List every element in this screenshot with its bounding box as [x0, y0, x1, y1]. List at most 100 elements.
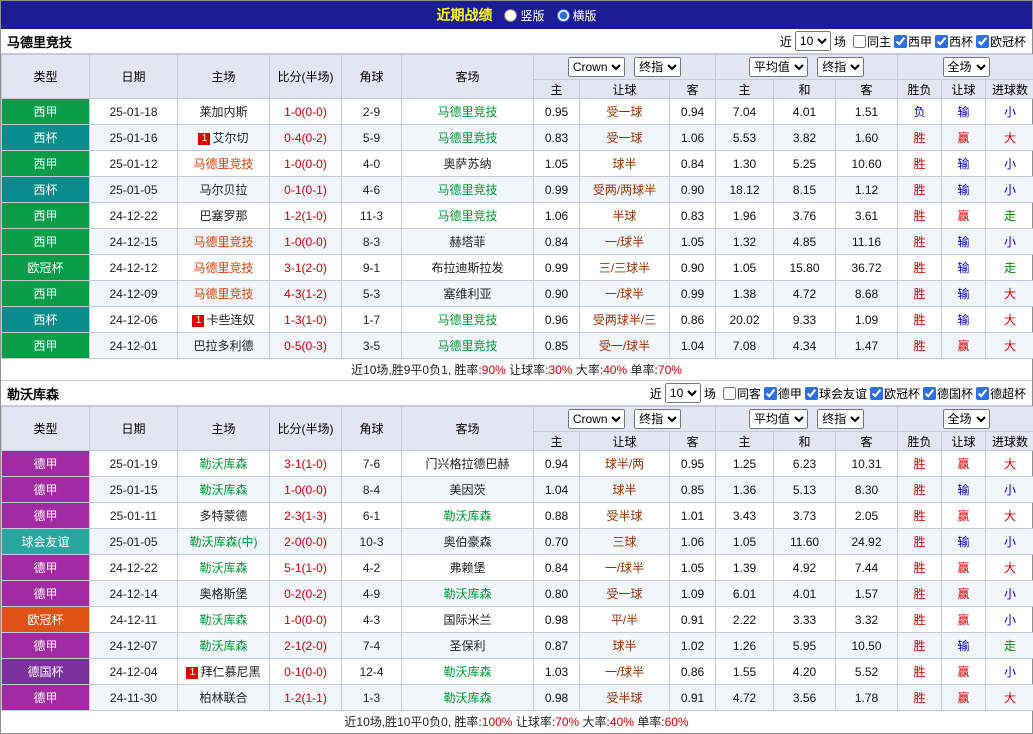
odds-period-select[interactable]: 终指	[634, 409, 682, 429]
subcol-home-odds: 主	[533, 79, 580, 99]
away-team-cell: 勒沃库森	[401, 658, 534, 685]
layout-radio[interactable]	[556, 8, 570, 22]
league-cell: 西杯	[1, 176, 90, 203]
league-filter-checkbox[interactable]	[922, 386, 936, 400]
team-label: 马德里竞技	[193, 157, 254, 171]
league-filter[interactable]: 欧冠杯	[869, 385, 920, 402]
handicap-line-cell: 受一/球半	[579, 332, 670, 359]
league-cell: 德甲	[1, 450, 90, 477]
team-label: 艾尔切	[212, 131, 249, 145]
scope-select[interactable]: 全场	[942, 57, 990, 77]
score-cell: 1-0(0-0)	[269, 150, 342, 177]
handicap-away-odds-cell: 1.05	[668, 228, 717, 255]
odds-header: Crown 终指	[532, 406, 717, 432]
odds-period-select[interactable]: 终指	[634, 57, 682, 77]
league-filter-checkbox[interactable]	[975, 386, 989, 400]
subcol-handicap-result: 让球	[941, 79, 987, 99]
league-filter-checkbox[interactable]	[893, 34, 907, 48]
avg-draw-odds-cell: 15.80	[773, 254, 837, 281]
league-filter-checkbox[interactable]	[975, 34, 989, 48]
score-cell: 2-0(0-0)	[269, 528, 342, 555]
score-cell: 1-0(0-0)	[269, 228, 342, 255]
layout-option[interactable]: 横版	[556, 7, 597, 24]
scope-select[interactable]: 全场	[942, 409, 990, 429]
league-filters: 同主 西甲 西杯 欧冠杯	[852, 33, 1026, 50]
score-cell: 0-2(0-2)	[269, 580, 342, 607]
league-cell: 西甲	[1, 228, 90, 255]
corners-cell: 7-4	[341, 632, 402, 659]
corners-cell: 6-1	[341, 502, 402, 529]
result-handicap-cell: 输	[941, 254, 987, 281]
match-count-select[interactable]: 10	[664, 383, 701, 403]
corners-cell: 2-9	[341, 98, 402, 125]
league-filter-label: 同主	[866, 34, 891, 49]
league-filter[interactable]: 同客	[722, 385, 761, 402]
league-filter-checkbox[interactable]	[934, 34, 948, 48]
league-filter[interactable]: 德国杯	[922, 385, 973, 402]
handicap-line-cell: 一/球半	[579, 228, 670, 255]
league-filter[interactable]: 同主	[852, 33, 891, 50]
result-goals-cell: 大	[985, 684, 1033, 711]
league-filter[interactable]: 西杯	[934, 33, 973, 50]
league-filter-checkbox[interactable]	[763, 386, 777, 400]
avg-home-odds-cell: 7.08	[715, 332, 775, 359]
avg-away-odds-cell: 1.51	[835, 98, 899, 125]
league-cell: 德甲	[1, 554, 90, 581]
result-wdl-cell: 胜	[897, 476, 943, 503]
score-cell: 2-1(2-0)	[269, 632, 342, 659]
layout-option[interactable]: 竖版	[504, 7, 545, 24]
layout-radio[interactable]	[504, 8, 518, 22]
result-goals-cell: 小	[985, 606, 1033, 633]
col-away: 客场	[401, 406, 534, 451]
league-filter-checkbox[interactable]	[722, 386, 736, 400]
bookmaker-select[interactable]: Crown	[567, 57, 625, 77]
handicap-away-odds-cell: 0.91	[668, 606, 717, 633]
team-label: 勒沃库森	[199, 639, 248, 653]
league-filter-checkbox[interactable]	[804, 386, 818, 400]
league-filter[interactable]: 西甲	[893, 33, 932, 50]
avg-home-odds-cell: 1.36	[715, 476, 775, 503]
away-team-cell: 马德里竞技	[401, 332, 534, 359]
date-cell: 25-01-15	[89, 476, 178, 503]
team-section-1: 马德里竞技 近 10 场 同主 西甲 西杯 欧冠杯 类型 日期 主场 比分(半场)	[1, 29, 1033, 381]
avg-period-select[interactable]: 终指	[817, 409, 865, 429]
result-handicap-cell: 赢	[941, 684, 987, 711]
games-label: 场	[833, 34, 846, 49]
handicap-line-cell: 半球	[579, 202, 670, 229]
bookmaker-select[interactable]: Crown	[567, 409, 625, 429]
league-filter-checkbox[interactable]	[852, 34, 866, 48]
subcol-handicap: 让球	[579, 79, 670, 99]
score-cell: 0-5(0-3)	[269, 332, 342, 359]
result-goals-cell: 走	[985, 254, 1033, 281]
home-team-cell: 莱加内斯	[177, 98, 270, 125]
layout-toggle: 竖版 横版	[504, 7, 597, 24]
result-handicap-cell: 赢	[941, 450, 987, 477]
subcol-avg-away: 客	[835, 431, 899, 451]
avg-home-odds-cell: 7.04	[715, 98, 775, 125]
avg-select[interactable]: 平均值	[748, 409, 808, 429]
league-filter[interactable]: 球会友谊	[804, 385, 867, 402]
league-filter-checkbox[interactable]	[869, 386, 883, 400]
avg-away-odds-cell: 10.60	[835, 150, 899, 177]
subcol-away-odds: 客	[668, 79, 717, 99]
league-filter[interactable]: 德超杯	[975, 385, 1026, 402]
handicap-home-odds-cell: 0.99	[533, 254, 580, 281]
avg-draw-odds-cell: 4.34	[773, 332, 837, 359]
col-type: 类型	[1, 54, 90, 99]
matches-table: 类型 日期 主场 比分(半场) 角球 客场 Crown 终指 平均值 终指 全场…	[1, 54, 1033, 359]
team-label: 马尔贝拉	[199, 183, 248, 197]
league-filter[interactable]: 德甲	[763, 385, 802, 402]
avg-home-odds-cell: 1.96	[715, 202, 775, 229]
handicap-home-odds-cell: 1.04	[533, 476, 580, 503]
corners-cell: 5-3	[341, 280, 402, 307]
league-filter[interactable]: 欧冠杯	[975, 33, 1026, 50]
avg-away-odds-cell: 1.78	[835, 684, 899, 711]
games-label: 场	[703, 386, 716, 401]
avg-select[interactable]: 平均值	[748, 57, 808, 77]
match-count-select[interactable]: 10	[794, 31, 831, 51]
result-handicap-cell: 输	[941, 306, 987, 333]
avg-period-select[interactable]: 终指	[817, 57, 865, 77]
corners-cell: 1-3	[341, 684, 402, 711]
match-row: 德甲 25-01-19 勒沃库森 3-1(1-0) 7-6 门兴格拉德巴赫 0.94 球半/两…	[1, 450, 1033, 477]
team-label: 赫塔菲	[449, 235, 486, 249]
